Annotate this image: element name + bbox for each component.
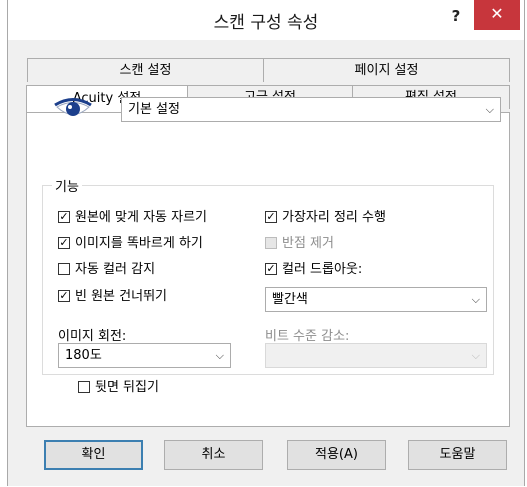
checkbox-box bbox=[78, 381, 90, 393]
cancel-button[interactable]: 취소 bbox=[164, 440, 263, 470]
close-button[interactable]: ✕ bbox=[474, 0, 520, 30]
rotate-select[interactable]: 180도 ⌵ bbox=[58, 343, 231, 368]
checkbox-box: ✓ bbox=[58, 210, 70, 223]
eye-icon bbox=[54, 98, 92, 116]
chevron-down-icon: ⌵ bbox=[215, 349, 224, 362]
features-group-label: 기능 bbox=[52, 176, 82, 195]
title-bar: 스캔 구성 속성 ? ✕ bbox=[8, 0, 524, 40]
checkbox-box bbox=[58, 263, 70, 275]
checkbox-box: ✓ bbox=[58, 289, 70, 302]
chevron-down-icon: ⌵ bbox=[471, 293, 480, 306]
rotate-label: 이미지 회전: bbox=[58, 329, 127, 344]
preset-select[interactable]: 기본 설정 ⌵ bbox=[121, 97, 501, 122]
color-dropout-select[interactable]: 빨간색 ⌵ bbox=[265, 287, 487, 312]
checkbox-box: ✓ bbox=[58, 236, 70, 249]
checkbox-box: ✓ bbox=[265, 262, 277, 275]
rotate-value: 180도 bbox=[65, 348, 102, 363]
tab-scan-settings[interactable]: 스캔 설정 bbox=[27, 58, 264, 82]
checkbox-box: ✓ bbox=[265, 210, 277, 223]
preset-value: 기본 설정 bbox=[128, 102, 180, 117]
checkbox-box bbox=[265, 237, 277, 249]
color-dropout-value: 빨간색 bbox=[272, 292, 308, 307]
tab-page-settings[interactable]: 페이지 설정 bbox=[263, 58, 510, 82]
help-button[interactable]: 도움말 bbox=[408, 440, 507, 470]
help-icon[interactable]: ? bbox=[445, 6, 467, 28]
bit-reduce-label: 비트 수준 감소: bbox=[265, 329, 350, 344]
chevron-down-icon: ⌵ bbox=[471, 349, 480, 362]
dialog-window: 스캔 구성 속성 ? ✕ 스캔 설정 페이지 설정 고급 설정 편집 설정 Ac… bbox=[7, 0, 525, 486]
bit-reduce-select[interactable]: ⌵ bbox=[265, 343, 487, 368]
ok-button[interactable]: 확인 bbox=[44, 440, 143, 470]
chevron-down-icon: ⌵ bbox=[485, 103, 494, 116]
apply-button[interactable]: 적용(A) bbox=[287, 440, 386, 470]
